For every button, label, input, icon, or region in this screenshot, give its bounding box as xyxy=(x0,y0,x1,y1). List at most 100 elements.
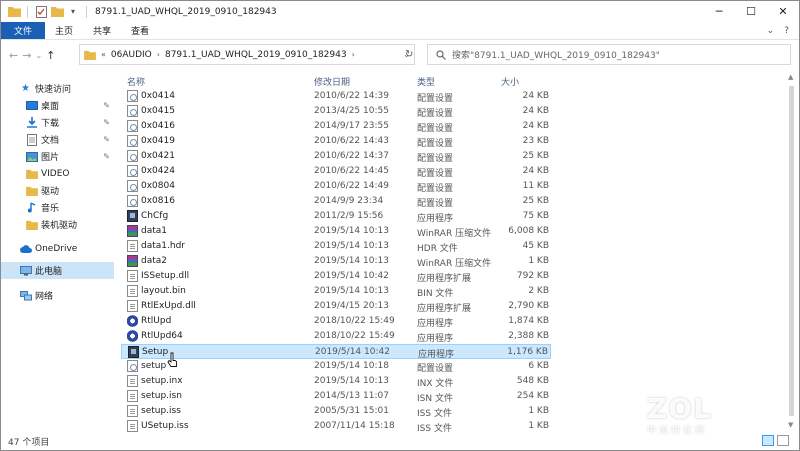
table-row[interactable]: setup 2019/5/14 10:18 配置设置 6 KB xyxy=(121,359,551,374)
table-row[interactable]: 0x0419 2010/6/22 14:43 配置设置 23 KB xyxy=(121,134,551,149)
file-name: setup xyxy=(141,361,167,371)
quick-access-toolbar: ▾ xyxy=(1,5,91,19)
nav-onedrive[interactable]: OneDrive xyxy=(1,240,114,257)
chevron-down-icon[interactable]: ⌄ xyxy=(767,26,775,36)
large-icons-view-button[interactable] xyxy=(777,435,789,446)
file-size: 792 KB xyxy=(516,271,549,281)
file-name-cell: USetup.iss xyxy=(127,420,189,432)
table-row[interactable]: ISSetup.dll 2019/5/14 10:42 应用程序扩展 792 KB xyxy=(121,269,551,284)
column-size[interactable]: 大小 xyxy=(501,75,519,88)
pin-icon[interactable]: ✎ xyxy=(103,101,110,110)
table-row[interactable]: 0x0414 2010/6/22 14:39 配置设置 24 KB xyxy=(121,89,551,104)
close-button[interactable]: ✕ xyxy=(767,1,799,21)
nav-item[interactable]: 驱动 xyxy=(1,182,114,199)
search-placeholder: 搜索"8791.1_UAD_WHQL_2019_0910_182943" xyxy=(452,51,660,61)
table-row[interactable]: setup.inx 2019/5/14 10:13 INX 文件 548 KB xyxy=(121,374,551,389)
table-row[interactable]: setup.isn 2014/5/13 11:07 ISN 文件 254 KB xyxy=(121,389,551,404)
document-icon xyxy=(25,133,38,146)
scroll-down-icon[interactable]: ▼ xyxy=(788,421,793,429)
breadcrumb-separator-icon[interactable]: › xyxy=(157,50,160,59)
file-cfg-icon xyxy=(127,120,138,132)
nav-this-pc[interactable]: 此电脑 xyxy=(1,262,114,279)
file-size: 6 KB xyxy=(528,361,549,371)
table-row[interactable]: setup.iss 2005/5/31 15:01 ISS 文件 1 KB xyxy=(121,404,551,419)
nav-label: 驱动 xyxy=(41,187,60,197)
table-row[interactable]: RtlExUpd.dll 2019/4/15 20:13 应用程序扩展 2,790 K… xyxy=(121,299,551,314)
file-list: 名称 修改日期 类型 大小 0x0414 2010/6/22 14:39 配置设置 2… xyxy=(121,71,791,434)
tab-file[interactable]: 文件 xyxy=(1,22,46,39)
file-name: 0x0424 xyxy=(141,166,175,176)
table-row[interactable]: ChCfg 2011/2/9 15:56 应用程序 75 KB xyxy=(121,209,551,224)
file-size: 75 KB xyxy=(522,211,549,221)
details-view-button[interactable] xyxy=(762,435,774,446)
column-type[interactable]: 类型 xyxy=(417,75,435,88)
table-row[interactable]: data1 2019/5/14 10:13 WinRAR 压缩文件 6,008 KB xyxy=(121,224,551,239)
nav-item[interactable]: 下载 ✎ xyxy=(1,114,114,131)
scroll-up-icon[interactable]: ▲ xyxy=(788,73,793,81)
new-folder-icon[interactable] xyxy=(50,5,64,19)
minimize-button[interactable]: ─ xyxy=(703,1,735,21)
properties-icon[interactable] xyxy=(34,5,48,19)
address-bar[interactable]: « 06AUDIO › 8791.1_UAD_WHQL_2019_0910_18… xyxy=(79,44,415,65)
tab-share[interactable]: 共享 xyxy=(83,22,121,39)
nav-item[interactable]: 桌面 ✎ xyxy=(1,97,114,114)
up-arrow-icon[interactable]: ↑ xyxy=(46,49,55,62)
file-name-cell: 0x0804 xyxy=(127,180,175,192)
breadcrumb-separator-icon[interactable]: › xyxy=(352,50,355,59)
back-arrow-icon[interactable]: ← xyxy=(9,49,18,62)
table-row[interactable]: 0x0421 2010/6/22 14:37 配置设置 25 KB xyxy=(121,149,551,164)
overflow-chevron[interactable]: « xyxy=(101,50,106,59)
scroll-thumb[interactable] xyxy=(789,86,794,416)
folder-icon xyxy=(84,50,96,60)
table-row[interactable]: RtlUpd 2018/10/22 15:49 应用程序 1,874 KB xyxy=(121,314,551,329)
table-row[interactable]: layout.bin 2019/5/14 10:13 BIN 文件 2 KB xyxy=(121,284,551,299)
tab-home[interactable]: 主页 xyxy=(45,22,83,39)
file-date: 2013/4/25 10:55 xyxy=(314,106,389,116)
vertical-scrollbar[interactable]: ▲ ▼ xyxy=(787,71,797,431)
recent-locations-icon[interactable]: ⌄ xyxy=(35,51,42,60)
table-row[interactable]: 0x0416 2014/9/17 23:55 配置设置 24 KB xyxy=(121,119,551,134)
pin-icon[interactable]: ✎ xyxy=(103,152,110,161)
column-name[interactable]: 名称 xyxy=(127,75,145,88)
file-date: 2019/5/14 10:13 xyxy=(314,226,389,236)
table-row[interactable]: data2 2019/5/14 10:13 WinRAR 压缩文件 1 KB xyxy=(121,254,551,269)
customize-dropdown-icon[interactable]: ▾ xyxy=(66,5,80,19)
pin-icon[interactable]: ✎ xyxy=(103,118,110,127)
table-row[interactable]: data1.hdr 2019/5/14 10:13 HDR 文件 45 KB xyxy=(121,239,551,254)
refresh-icon[interactable]: ↻ xyxy=(405,49,413,60)
nav-item[interactable]: VIDEO xyxy=(1,165,114,182)
file-name-cell: 0x0424 xyxy=(127,165,175,177)
file-name: data2 xyxy=(141,256,167,266)
forward-arrow-icon[interactable]: → xyxy=(22,49,31,62)
nav-quick-access[interactable]: ★ 快速访问 xyxy=(1,80,114,97)
search-box[interactable]: 搜索"8791.1_UAD_WHQL_2019_0910_182943" xyxy=(427,44,791,65)
column-date[interactable]: 修改日期 xyxy=(314,75,350,88)
nav-item[interactable]: 文档 ✎ xyxy=(1,131,114,148)
file-name-cell: RtlUpd xyxy=(127,315,171,327)
table-row[interactable]: 0x0424 2010/6/22 14:45 配置设置 24 KB xyxy=(121,164,551,179)
table-row[interactable]: RtlUpd64 2018/10/22 15:49 应用程序 2,388 KB xyxy=(121,329,551,344)
table-row[interactable]: 0x0415 2013/4/25 10:55 配置设置 24 KB xyxy=(121,104,551,119)
pin-icon[interactable]: ✎ xyxy=(103,135,110,144)
file-type: 配置设置 xyxy=(417,109,454,119)
table-row[interactable]: 0x0816 2014/9/9 23:34 配置设置 25 KB xyxy=(121,194,551,209)
table-row[interactable]: 0x0804 2010/6/22 14:49 配置设置 11 KB xyxy=(121,179,551,194)
file-app-icon xyxy=(128,346,139,358)
tab-view[interactable]: 查看 xyxy=(121,22,159,39)
help-icon[interactable]: ? xyxy=(784,26,789,36)
nav-item[interactable]: 图片 ✎ xyxy=(1,148,114,165)
nav-network[interactable]: 网络 xyxy=(1,287,114,304)
file-date: 2014/9/9 23:34 xyxy=(314,196,384,206)
file-size: 1,874 KB xyxy=(508,316,549,326)
maximize-button[interactable]: ☐ xyxy=(735,1,767,21)
file-type: 配置设置 xyxy=(417,154,454,164)
file-size: 25 KB xyxy=(522,151,549,161)
nav-item[interactable]: 装机驱动 xyxy=(1,216,114,233)
ribbon-tabs: 文件 主页 共享 查看 ⌄ ? xyxy=(1,22,799,40)
table-row[interactable]: Setup 2019/5/14 10:42 应用程序 1,176 KB xyxy=(121,344,551,360)
status-bar: 47 个项目 xyxy=(1,432,799,450)
breadcrumb-item[interactable]: 8791.1_UAD_WHQL_2019_0910_182943 xyxy=(165,50,347,60)
nav-item[interactable]: 音乐 xyxy=(1,199,114,216)
breadcrumb-item[interactable]: 06AUDIO xyxy=(111,50,152,60)
file-date: 2010/6/22 14:49 xyxy=(314,181,389,191)
